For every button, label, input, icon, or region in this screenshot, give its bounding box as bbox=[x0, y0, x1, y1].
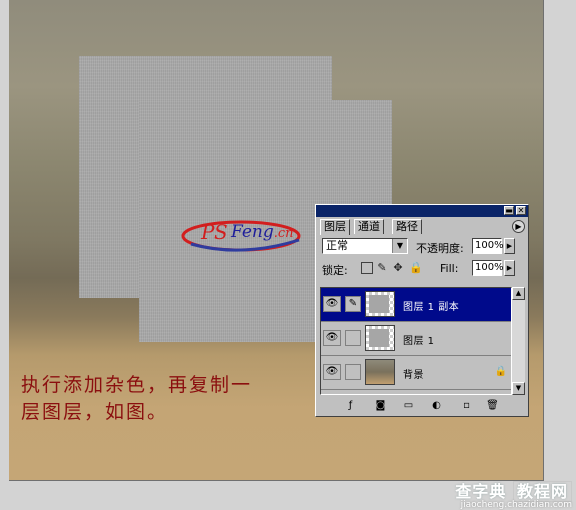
layer-row-background[interactable]: 👁 背景 🔒 bbox=[321, 356, 511, 390]
folder-icon[interactable]: ▭ bbox=[402, 400, 415, 412]
opacity-slider-button[interactable]: ▶ bbox=[504, 238, 515, 254]
new-layer-icon[interactable]: ▫ bbox=[460, 400, 473, 412]
lock-transparency-icon[interactable] bbox=[361, 262, 373, 274]
panel-menu-icon[interactable]: ▶ bbox=[512, 220, 525, 233]
fill-input[interactable]: 100% bbox=[472, 260, 504, 276]
watermark-box: 教程网 bbox=[512, 481, 572, 502]
layer-thumbnail bbox=[365, 291, 395, 317]
opacity-input[interactable]: 100% bbox=[472, 238, 504, 254]
layer-row-layer1[interactable]: 👁 图层 1 bbox=[321, 322, 511, 356]
layer-row-layer1-copy[interactable]: 👁 ✎ 图层 1 副本 bbox=[321, 288, 511, 322]
logo-ps-text: PS bbox=[201, 220, 228, 244]
opacity-label: 不透明度: bbox=[416, 242, 464, 255]
logo-feng-text: Feng.cn bbox=[231, 222, 294, 242]
layer-thumbnail bbox=[365, 325, 395, 351]
tab-layers[interactable]: 图层 bbox=[320, 219, 350, 235]
chevron-down-icon: ▼ bbox=[392, 239, 407, 253]
watermark-url: jiaocheng.chazidian.com bbox=[460, 500, 572, 510]
tutorial-caption: 执行添加杂色，再复制一 层图层，如图。 bbox=[21, 372, 321, 426]
layer-name: 图层 1 bbox=[403, 336, 435, 347]
lock-all-icon[interactable]: 🔒 bbox=[409, 262, 423, 274]
scroll-down-icon[interactable]: ▼ bbox=[512, 382, 525, 395]
link-slot[interactable] bbox=[345, 330, 361, 346]
layer-name: 图层 1 副本 bbox=[403, 302, 460, 313]
panel-tabs: 图层 通道 路径 ▶ bbox=[316, 219, 528, 235]
lock-fill-row: 锁定: ✎ ✥ 🔒 Fill: 100% ▶ bbox=[316, 257, 528, 279]
mask-icon[interactable]: ◙ bbox=[374, 400, 387, 412]
watermark: 查字典 教程网 jiaocheng.chazidian.com bbox=[422, 478, 572, 510]
lock-label: 锁定: bbox=[322, 264, 348, 277]
layers-list: 👁 ✎ 图层 1 副本 👁 图层 1 👁 背景 🔒 bbox=[320, 287, 512, 395]
layers-panel: ▬ ✕ 图层 通道 路径 ▶ 正常 ▼ 不透明度: 100% ▶ 锁定: ✎ ✥… bbox=[315, 204, 529, 417]
blend-mode-select[interactable]: 正常 ▼ bbox=[322, 238, 408, 254]
document-canvas: PS Feng.cn 执行添加杂色，再复制一 层图层，如图。 ▬ ✕ 图层 通道… bbox=[9, 0, 544, 481]
lock-icon: 🔒 bbox=[494, 366, 507, 377]
eye-icon[interactable]: 👁 bbox=[323, 296, 341, 312]
panel-bottom-toolbar: ƒ ◙ ▭ ◐ ▫ 🗑 bbox=[316, 398, 528, 414]
layers-scrollbar[interactable]: ▲ ▼ bbox=[512, 287, 525, 395]
trash-icon[interactable]: 🗑 bbox=[486, 400, 499, 412]
psfeng-logo: PS Feng.cn bbox=[181, 214, 309, 254]
panel-titlebar[interactable]: ▬ ✕ bbox=[316, 205, 528, 217]
caption-line-1: 执行添加杂色，再复制一 bbox=[21, 374, 253, 396]
minimize-icon[interactable]: ▬ bbox=[504, 206, 514, 215]
lock-move-icon[interactable]: ✥ bbox=[392, 262, 404, 274]
fill-slider-button[interactable]: ▶ bbox=[504, 260, 515, 276]
watermark-main: 查字典 bbox=[455, 482, 507, 501]
close-icon[interactable]: ✕ bbox=[516, 206, 526, 215]
blend-opacity-row: 正常 ▼ 不透明度: 100% ▶ bbox=[316, 235, 528, 257]
link-slot[interactable] bbox=[345, 364, 361, 380]
layer-style-icon[interactable]: ƒ bbox=[344, 400, 357, 412]
tab-paths[interactable]: 路径 bbox=[392, 219, 422, 234]
layer-name: 背景 bbox=[403, 370, 424, 381]
caption-line-2: 层图层，如图。 bbox=[21, 401, 169, 423]
adjustment-layer-icon[interactable]: ◐ bbox=[430, 400, 443, 412]
eye-icon[interactable]: 👁 bbox=[323, 330, 341, 346]
lock-brush-icon[interactable]: ✎ bbox=[376, 262, 388, 274]
layer-thumbnail bbox=[365, 359, 395, 385]
scroll-up-icon[interactable]: ▲ bbox=[512, 287, 525, 300]
brush-icon[interactable]: ✎ bbox=[345, 296, 361, 312]
tab-channels[interactable]: 通道 bbox=[354, 219, 384, 234]
eye-icon[interactable]: 👁 bbox=[323, 364, 341, 380]
fill-label: Fill: bbox=[440, 262, 459, 275]
